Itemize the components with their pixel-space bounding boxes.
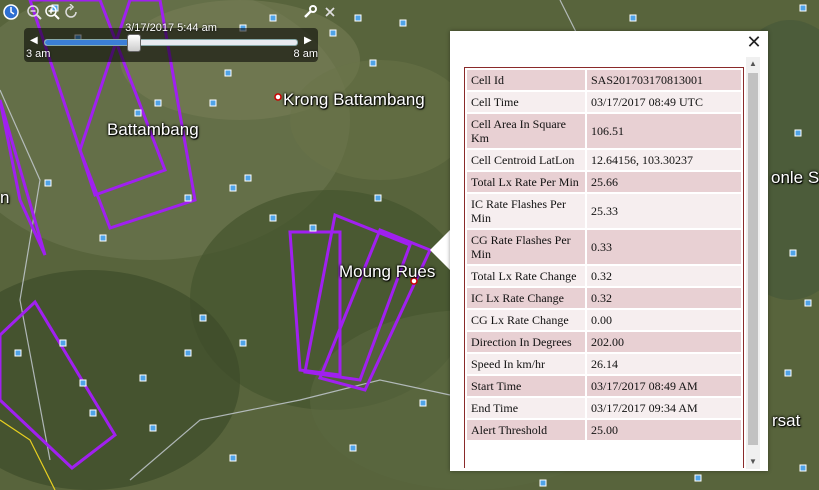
scroll-thumb[interactable]: [748, 73, 758, 445]
popup-scrollbar[interactable]: ▲ ▼: [746, 57, 760, 469]
table-row: Alert Threshold 25.00: [467, 420, 741, 440]
popup-content: Cell Id SAS201703170813001 Cell Time 03/17/…: [464, 67, 744, 468]
time-slider-start: 3 am: [26, 48, 51, 60]
row-value: 0.32: [587, 266, 741, 286]
map-label-pursat: rsat: [772, 411, 801, 430]
table-row: End Time 03/17/2017 09:34 AM: [467, 398, 741, 418]
table-row: Cell Area In Square Km 106.51: [467, 114, 741, 148]
table-row: Direction In Degrees 202.00: [467, 332, 741, 352]
row-value: 03/17/2017 08:49 AM: [587, 376, 741, 396]
popup-pointer: [430, 228, 452, 272]
row-key: Total Lx Rate Per Min: [467, 172, 585, 192]
table-row: CG Lx Rate Change 0.00: [467, 310, 741, 330]
table-row: Cell Centroid LatLon 12.64156, 103.30237: [467, 150, 741, 170]
row-key: CG Rate Flashes Per Min: [467, 230, 585, 264]
table-row: Cell Time 03/17/2017 08:49 UTC: [467, 92, 741, 112]
map-label-battambang: Battambang: [107, 120, 199, 139]
table-row: Start Time 03/17/2017 08:49 AM: [467, 376, 741, 396]
row-key: IC Lx Rate Change: [467, 288, 585, 308]
row-value: 03/17/2017 09:34 AM: [587, 398, 741, 418]
skip-back-icon[interactable]: ◀: [30, 36, 38, 46]
table-row: IC Lx Rate Change 0.32: [467, 288, 741, 308]
cell-info-table: Cell Id SAS201703170813001 Cell Time 03/17/…: [465, 68, 743, 442]
row-key: Cell Centroid LatLon: [467, 150, 585, 170]
skip-forward-icon[interactable]: ▶: [304, 36, 312, 46]
row-key: End Time: [467, 398, 585, 418]
time-slider-end: 8 am: [293, 48, 318, 60]
row-value: 26.14: [587, 354, 741, 374]
row-key: Alert Threshold: [467, 420, 585, 440]
row-key: Cell Id: [467, 70, 585, 90]
map-label-moung-ruessei: Moung Rues: [339, 262, 436, 281]
cell-info-popup: ✕ Cell Id SAS201703170813001 Cell Time 03/1…: [450, 31, 768, 471]
row-value: 202.00: [587, 332, 741, 352]
row-key: Total Lx Rate Change: [467, 266, 585, 286]
row-value: 106.51: [587, 114, 741, 148]
map-label-tonle-sap: onle S: [771, 168, 819, 187]
row-value: 25.66: [587, 172, 741, 192]
table-row: Total Lx Rate Per Min 25.66: [467, 172, 741, 192]
row-key: IC Rate Flashes Per Min: [467, 194, 585, 228]
row-value: 0.00: [587, 310, 741, 330]
map-label-krong-battambang: Krong Battambang: [283, 90, 425, 109]
row-key: Direction In Degrees: [467, 332, 585, 352]
scroll-down-icon[interactable]: ▼: [746, 455, 760, 469]
time-slider-fill: [45, 40, 134, 45]
popup-close-button[interactable]: ✕: [744, 33, 764, 53]
table-row: IC Rate Flashes Per Min 25.33: [467, 194, 741, 228]
time-slider-panel: 3/17/2017 5:44 am ◀ ▶ 3 am 8 am: [24, 22, 318, 62]
row-value: 0.33: [587, 230, 741, 264]
time-slider-current: 3/17/2017 5:44 am: [125, 22, 217, 34]
refresh-icon[interactable]: [63, 4, 79, 20]
clock-icon[interactable]: [3, 4, 19, 20]
table-row: CG Rate Flashes Per Min 0.33: [467, 230, 741, 264]
time-slider-thumb[interactable]: [127, 34, 142, 52]
map-label-partial: n: [0, 188, 10, 207]
row-value: 25.33: [587, 194, 741, 228]
row-key: Cell Area In Square Km: [467, 114, 585, 148]
table-row: Cell Id SAS201703170813001: [467, 70, 741, 90]
row-value: 25.00: [587, 420, 741, 440]
row-value: 03/17/2017 08:49 UTC: [587, 92, 741, 112]
row-key: Speed In km/hr: [467, 354, 585, 374]
scroll-up-icon[interactable]: ▲: [746, 57, 760, 71]
table-row: Total Lx Rate Change 0.32: [467, 266, 741, 286]
row-value: 0.32: [587, 288, 741, 308]
close-icon[interactable]: [322, 4, 338, 20]
row-key: CG Lx Rate Change: [467, 310, 585, 330]
zoom-out-icon[interactable]: [26, 4, 42, 20]
table-row: Speed In km/hr 26.14: [467, 354, 741, 374]
row-key: Start Time: [467, 376, 585, 396]
time-slider-track[interactable]: [44, 34, 298, 52]
wrench-icon[interactable]: [302, 4, 318, 20]
row-key: Cell Time: [467, 92, 585, 112]
row-value: 12.64156, 103.30237: [587, 150, 741, 170]
zoom-in-icon[interactable]: [44, 4, 60, 20]
row-value: SAS201703170813001: [587, 70, 741, 90]
